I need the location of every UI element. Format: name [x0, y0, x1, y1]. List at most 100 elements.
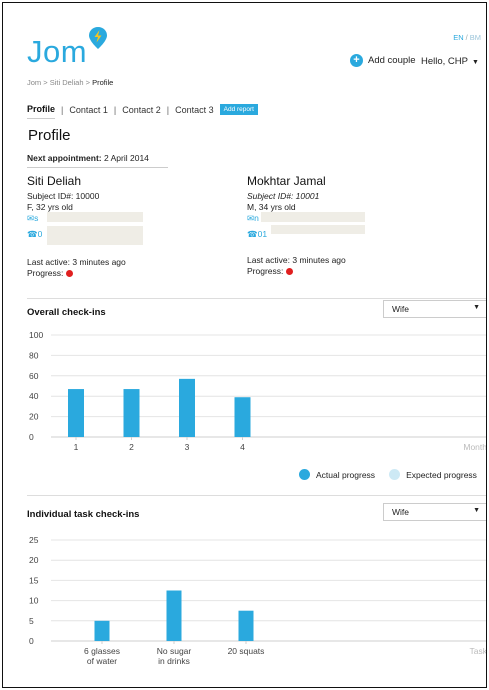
- person-name: Mokhtar Jamal: [247, 174, 326, 188]
- app-logo[interactable]: Jom: [27, 27, 108, 67]
- divider: [27, 495, 486, 496]
- location-pin-bolt-icon: [88, 26, 108, 55]
- individual-checkins-title: Individual task check-ins: [27, 509, 140, 520]
- bar: [234, 397, 251, 437]
- breadcrumb-separator: >: [43, 78, 48, 87]
- y-tick-label: 100: [29, 330, 43, 340]
- y-tick-label: 60: [29, 371, 39, 381]
- tab-separator: |: [166, 104, 170, 115]
- select-value: Wife: [392, 507, 409, 517]
- page-title: Profile: [28, 127, 71, 144]
- app-window: Jom EN / BM + Add couple Hello, CHP ▼ Jom >…: [2, 2, 487, 688]
- progress-indicator: Progress:: [247, 266, 346, 277]
- person-name: Siti Deliah: [27, 174, 82, 188]
- x-tick-label: 2: [129, 442, 134, 452]
- add-couple-label: Add couple: [368, 55, 416, 66]
- tab-contact-2[interactable]: Contact 2: [122, 105, 161, 119]
- y-tick-label: 80: [29, 350, 39, 360]
- progress-label: Progress:: [247, 266, 284, 276]
- bar: [94, 620, 110, 641]
- bar: [238, 610, 254, 641]
- lang-bm[interactable]: BM: [470, 33, 481, 42]
- breadcrumb-separator: >: [85, 78, 90, 87]
- divider: [27, 298, 486, 299]
- progress-dot-icon: [66, 270, 74, 278]
- breadcrumb-current: Profile: [92, 78, 114, 87]
- x-axis-label: Task: [470, 646, 487, 656]
- lang-separator: /: [465, 33, 468, 42]
- overall-checkins-title: Overall check-ins: [27, 307, 106, 318]
- subject-id: Subject ID#: 10001: [247, 191, 320, 201]
- x-axis-label: Month: [463, 442, 487, 452]
- y-tick-label: 15: [29, 575, 39, 585]
- bar: [68, 389, 84, 437]
- next-appointment-label: Next appointment:: [27, 153, 102, 163]
- subject-id: Subject ID#: 10000: [27, 191, 100, 201]
- person-status-husband: Last active: 3 minutes ago Progress:: [247, 255, 346, 277]
- redacted-email: [47, 212, 143, 222]
- overall-checkins-chart: 0 20 40 60 80 100 1 2 3 4 Month: [29, 330, 487, 452]
- redacted-email: [261, 212, 365, 222]
- x-tick-label: No sugar: [157, 646, 192, 656]
- profile-tabs: Profile | Contact 1 | Contact 2 | Contac…: [27, 104, 258, 119]
- x-tick-label: 3: [185, 442, 190, 452]
- email-text: n: [254, 213, 259, 223]
- next-appointment: Next appointment: 2 April 2014: [27, 153, 149, 163]
- legend-label: Expected progress: [406, 469, 477, 480]
- chart-legend: Actual progress Expected progress: [299, 469, 477, 480]
- tab-contact-3[interactable]: Contact 3: [175, 105, 214, 119]
- lang-en[interactable]: EN: [453, 33, 463, 42]
- overall-filter-select[interactable]: Wife ▼: [383, 300, 486, 318]
- bar: [123, 389, 140, 437]
- tab-separator: |: [113, 104, 117, 115]
- legend-expected: Expected progress: [389, 469, 477, 480]
- person-status-wife: Last active: 3 minutes ago Progress:: [27, 257, 126, 279]
- redacted-phone: [271, 225, 365, 234]
- breadcrumb: Jom > Siti Deliah > Profile: [27, 78, 113, 87]
- bar: [179, 378, 195, 437]
- y-tick-label: 40: [29, 391, 39, 401]
- legend-label: Actual progress: [316, 469, 376, 480]
- phone-icon: ☎: [27, 229, 38, 239]
- phone-text: 01: [257, 229, 268, 239]
- legend-swatch-expected: [389, 469, 401, 480]
- logo-text: Jom: [27, 34, 88, 69]
- x-tick-label: 4: [240, 442, 245, 452]
- tab-profile[interactable]: Profile: [27, 104, 56, 119]
- add-couple-button[interactable]: + Add couple: [350, 54, 416, 67]
- bar: [166, 590, 182, 641]
- individual-checkins-chart: 0 5 10 15 20 25 6 glassesof water No sugarin dr…: [29, 535, 487, 666]
- individual-filter-select[interactable]: Wife ▼: [383, 503, 486, 521]
- phone-icon: ☎: [247, 229, 258, 239]
- caret-down-icon: ▼: [473, 304, 480, 311]
- email-text: s: [34, 213, 39, 223]
- x-tick-label: 1: [74, 442, 79, 452]
- next-appointment-date: 2 April 2014: [104, 153, 149, 163]
- tab-contact-1[interactable]: Contact 1: [69, 105, 108, 119]
- user-greeting: Hello, CHP: [421, 56, 468, 67]
- last-active: Last active: 3 minutes ago: [27, 257, 126, 267]
- tab-separator: |: [61, 104, 64, 115]
- progress-label: Progress:: [27, 268, 64, 278]
- user-menu[interactable]: Hello, CHP ▼: [421, 56, 479, 67]
- breadcrumb-home[interactable]: Jom: [27, 78, 41, 87]
- add-report-button[interactable]: Add report: [219, 104, 258, 115]
- caret-down-icon: ▼: [472, 59, 479, 66]
- language-switcher: EN / BM: [453, 33, 481, 42]
- plus-circle-icon: +: [350, 54, 363, 67]
- x-tick-label: 6 glasses: [84, 646, 120, 656]
- y-tick-label: 10: [29, 596, 39, 606]
- divider: [27, 167, 168, 168]
- y-tick-label: 5: [29, 616, 34, 626]
- caret-down-icon: ▼: [473, 507, 480, 514]
- x-tick-label: of water: [87, 656, 117, 666]
- phone-text: 0: [37, 229, 43, 239]
- x-tick-label: 20 squats: [228, 646, 265, 656]
- progress-dot-icon: [286, 268, 294, 276]
- select-value: Wife: [392, 304, 409, 314]
- legend-swatch-actual: [299, 469, 310, 480]
- last-active: Last active: 3 minutes ago: [247, 255, 346, 265]
- x-tick-label: in drinks: [158, 656, 190, 666]
- breadcrumb-person[interactable]: Siti Deliah: [50, 78, 84, 87]
- y-tick-label: 20: [29, 555, 39, 565]
